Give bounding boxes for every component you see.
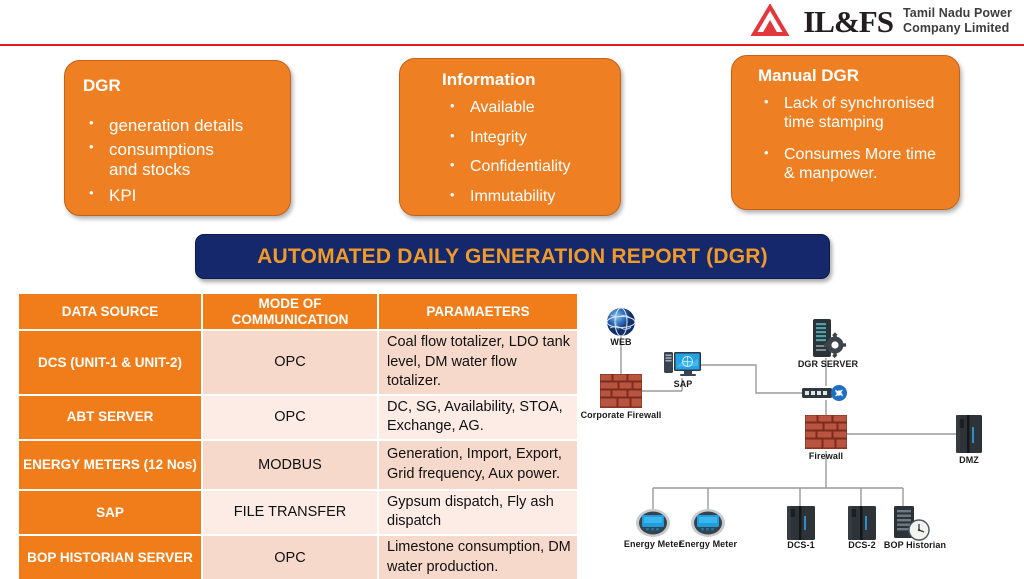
cell-mode: OPC <box>202 393 379 440</box>
network-label-dmz: DMZ <box>959 455 979 465</box>
ilfs-wordmark: IL&FS <box>803 3 894 39</box>
list-item: Available <box>444 98 610 118</box>
cell-data-source: BOP HISTORIAN SERVER <box>19 533 203 579</box>
callout-list-information: Available Integrity Confidentiality Immu… <box>444 98 610 208</box>
column-header-mode-of-communication: MODE OF COMMUNICATION <box>202 294 379 330</box>
callout-title-dgr: DGR <box>83 76 121 95</box>
network-label-dgr-server: DGR SERVER <box>797 359 859 369</box>
data-source-table: DATA SOURCE MODE OF COMMUNICATION PARAMAE… <box>19 294 577 579</box>
cell-parameters: Gypsum dispatch, Fly ash dispatch <box>378 488 577 535</box>
table-header-row: DATA SOURCE MODE OF COMMUNICATION PARAMAE… <box>19 294 577 330</box>
table-body: DCS (UNIT-1 & UNIT-2) OPC Coal flow tota… <box>19 329 577 579</box>
cell-data-source: ENERGY METERS (12 Nos) <box>19 438 203 490</box>
cell-data-source: ABT SERVER <box>19 393 203 440</box>
cell-data-source: DCS (UNIT-1 & UNIT-2) <box>19 329 203 395</box>
callout-box-manual-dgr: Manual DGR Lack of synchronised time sta… <box>731 55 960 210</box>
callout-list-manual-dgr: Lack of synchronised time stamping Consu… <box>758 94 947 185</box>
network-label-energy-meter-2: Energy Meter <box>678 539 738 549</box>
network-architecture-diagram: WEB Corporate Firewall SAP DGR SERVER Fi… <box>578 296 1024 576</box>
page-header: IL&FS Tamil Nadu Power Company Limited <box>0 0 1024 46</box>
column-header-data-source: DATA SOURCE <box>19 294 203 330</box>
section-banner: AUTOMATED DAILY GENERATION REPORT (DGR) <box>195 234 830 279</box>
table-row: BOP HISTORIAN SERVER OPC Limestone consu… <box>19 533 577 579</box>
cell-parameters: Limestone consumption, DM water producti… <box>378 533 577 579</box>
list-item: Consumes More time & manpower. <box>758 145 947 184</box>
company-name-line1: Tamil Nadu Power <box>902 5 1012 20</box>
list-item: Integrity <box>444 128 610 148</box>
cell-mode: OPC <box>202 329 379 395</box>
section-banner-title: AUTOMATED DAILY GENERATION REPORT (DGR) <box>257 244 768 268</box>
cell-mode: OPC <box>202 533 379 579</box>
header-divider <box>0 44 1024 46</box>
cell-mode: FILE TRANSFER <box>202 488 379 535</box>
network-label-web: WEB <box>610 337 632 347</box>
network-label-firewall: Firewall <box>808 451 844 461</box>
network-label-sap: SAP <box>673 379 693 389</box>
cell-mode: MODBUS <box>202 438 379 490</box>
list-item: Immutability <box>444 187 610 207</box>
company-name-line2: Company Limited <box>902 21 1010 35</box>
company-name: Tamil Nadu Power Company Limited <box>903 6 1012 37</box>
list-item: Confidentiality <box>444 157 610 177</box>
callout-box-dgr: DGR generation details consumptionsand s… <box>64 60 291 216</box>
callout-title-information: Information <box>442 70 536 89</box>
list-item: consumptionsand stocks <box>83 139 276 180</box>
cell-parameters: DC, SG, Availability, STOA, Exchange, AG… <box>378 393 577 440</box>
list-item: generation details <box>83 115 276 136</box>
cell-parameters: Generation, Import, Export, Grid frequen… <box>378 438 577 490</box>
company-logo: IL&FS Tamil Nadu Power Company Limited <box>751 4 1012 38</box>
cell-data-source: SAP <box>19 488 203 535</box>
table-row: SAP FILE TRANSFER Gypsum dispatch, Fly a… <box>19 488 577 535</box>
list-item: KPI <box>83 185 276 206</box>
table-header: DATA SOURCE MODE OF COMMUNICATION PARAMAE… <box>19 294 577 330</box>
column-header-parameters: PARAMAETERS <box>378 294 577 330</box>
cell-parameters: Coal flow totalizer, LDO tank level, DM … <box>378 329 577 395</box>
network-label-dcs-1: DCS-1 <box>787 540 815 550</box>
callout-list-dgr: generation details consumptionsand stock… <box>83 115 276 206</box>
table-row: ABT SERVER OPC DC, SG, Availability, STO… <box>19 393 577 440</box>
ilfs-triangle-logo-icon <box>751 4 793 38</box>
callout-title-manual-dgr: Manual DGR <box>758 66 860 85</box>
callout-box-information: Information Available Integrity Confiden… <box>399 58 621 216</box>
list-item: Lack of synchronised time stamping <box>758 94 947 133</box>
table-row: DCS (UNIT-1 & UNIT-2) OPC Coal flow tota… <box>19 329 577 395</box>
table-row: ENERGY METERS (12 Nos) MODBUS Generation… <box>19 438 577 490</box>
network-label-corporate-firewall: Corporate Firewall <box>580 410 662 420</box>
network-label-bop-historian: BOP Historian <box>883 540 947 550</box>
